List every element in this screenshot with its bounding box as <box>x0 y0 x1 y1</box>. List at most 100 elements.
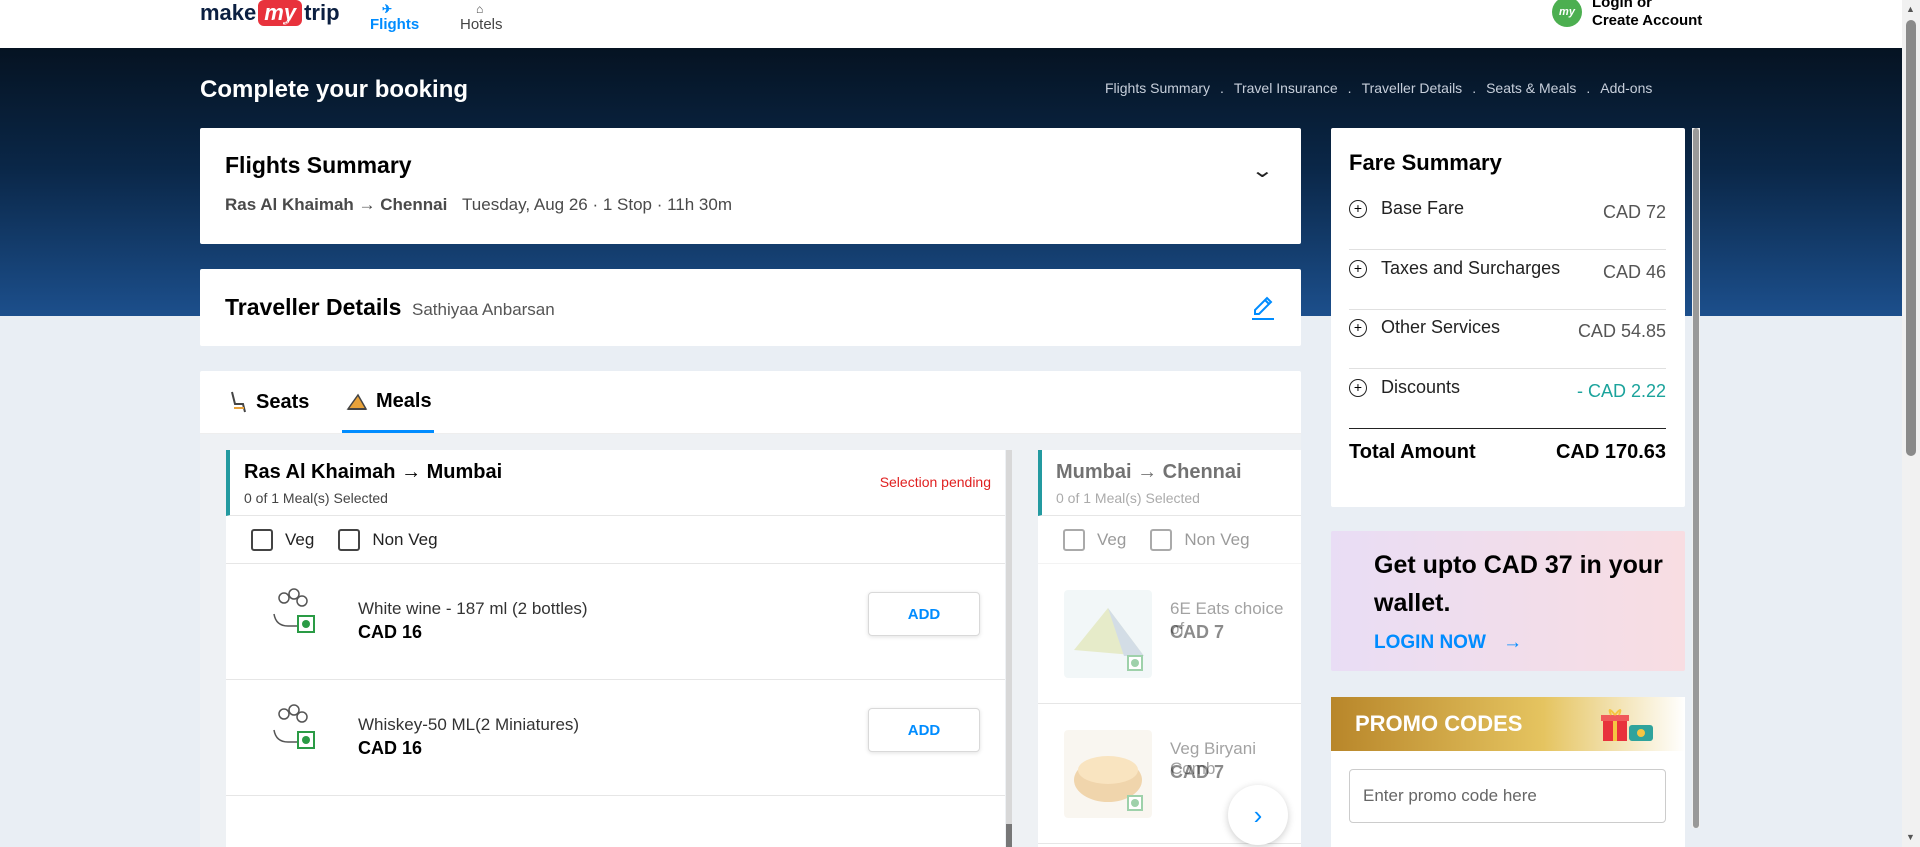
veg-checkbox[interactable] <box>1063 528 1085 551</box>
flights-summary-title: Flights Summary <box>225 152 412 178</box>
nav-tab-hotels[interactable]: ⌂ Hotels <box>460 2 503 33</box>
logo-global: Global <box>272 20 296 26</box>
promo-code-input[interactable] <box>1349 769 1666 823</box>
filter-non-veg[interactable]: Non Veg <box>338 528 438 551</box>
step-traveller-details[interactable]: Traveller Details <box>1362 80 1463 96</box>
scroll-up-icon[interactable]: ▲ <box>1906 4 1915 14</box>
nav-tab-hotels-label: Hotels <box>460 16 503 33</box>
gift-icon <box>1601 709 1653 741</box>
veg-checkbox[interactable] <box>251 528 273 551</box>
add-meal-button[interactable]: ADD <box>868 708 980 752</box>
meal-name: White wine - 187 ml (2 bottles) <box>358 599 588 618</box>
login-line1: Login or <box>1592 0 1652 11</box>
tab-meals[interactable]: Meals <box>346 390 432 413</box>
chevron-right-icon[interactable]: › <box>1228 785 1288 845</box>
nav-tab-flights[interactable]: ✈ Flights <box>370 2 420 33</box>
meal-list-scrollbar[interactable] <box>1006 450 1012 847</box>
total-amount-value: CAD 170.63 <box>1555 441 1666 463</box>
fare-row-amount: - CAD 2.22 <box>1576 381 1666 401</box>
filter-veg[interactable]: Veg <box>1063 528 1127 551</box>
logo-make: make <box>200 0 257 25</box>
leg-title: Mumbai → Chennai <box>1056 461 1242 483</box>
drink-icon <box>273 704 315 749</box>
filter-non-veg-label: Non Veg <box>1184 529 1250 549</box>
total-amount-label: Total Amount <box>1349 441 1476 463</box>
makemytrip-logo[interactable]: make my trip Global <box>200 0 340 26</box>
leg-header: Mumbai → Chennai 0 of 1 Meal(s) Selected <box>1038 450 1301 516</box>
selection-pending-status: Selection pending <box>879 474 991 490</box>
meal-price: CAD 16 <box>358 622 423 642</box>
login-line2: Create Account <box>1592 12 1703 29</box>
meal-image <box>1064 730 1152 818</box>
scroll-down-icon[interactable]: ▼ <box>1906 832 1915 842</box>
add-meal-button[interactable]: ADD <box>868 592 980 636</box>
step-flights-summary[interactable]: Flights Summary <box>1105 80 1210 96</box>
breadcrumb: Flights Summary . Travel Insurance . Tra… <box>1105 80 1653 96</box>
step-travel-insurance[interactable]: Travel Insurance <box>1234 80 1338 96</box>
step-seats-meals[interactable]: Seats & Meals <box>1486 80 1576 96</box>
sidebar-scrollbar[interactable] <box>1692 128 1700 828</box>
nav-tab-flights-label: Flights <box>370 16 420 33</box>
meal-name: Whiskey-50 ML(2 Miniatures) <box>358 715 580 734</box>
promo-codes-title: PROMO CODES <box>1355 711 1523 736</box>
chevron-down-icon[interactable]: ⌄ <box>1251 158 1274 183</box>
tab-seats-label: Seats <box>256 390 310 413</box>
leg-header: Ras Al Khaimah → Mumbai 0 of 1 Meal(s) S… <box>226 450 1005 516</box>
fare-row-label: Discounts <box>1381 377 1461 397</box>
leg-selection-count: 0 of 1 Meal(s) Selected <box>1056 490 1200 506</box>
fare-row-label: Other Services <box>1381 317 1501 337</box>
meal-leg-1: Ras Al Khaimah → Mumbai 0 of 1 Meal(s) S… <box>226 450 1005 847</box>
login-button[interactable]: my Login or Create Account <box>1552 0 1702 30</box>
fare-row-taxes[interactable]: + Taxes and Surcharges CAD 46 <box>1349 250 1666 310</box>
meal-price: CAD 7 <box>1170 622 1225 642</box>
drink-icon <box>273 588 315 633</box>
meal-price: CAD 7 <box>1170 762 1225 782</box>
step-add-ons[interactable]: Add-ons <box>1600 80 1652 96</box>
logo-trip: trip <box>304 0 340 25</box>
fare-row-discounts[interactable]: + Discounts - CAD 2.22 <box>1349 369 1666 429</box>
expand-plus-icon[interactable]: + <box>1349 260 1367 278</box>
meal-filters: Veg Non Veg <box>1038 516 1301 564</box>
non-veg-checkbox[interactable] <box>1150 528 1173 551</box>
arrow-right-icon: → <box>1503 632 1523 653</box>
expand-plus-icon[interactable]: + <box>1349 379 1367 397</box>
page-scrollbar-thumb[interactable] <box>1906 20 1916 456</box>
meal-icon <box>346 393 368 410</box>
filter-veg[interactable]: Veg <box>251 528 314 551</box>
wallet-offer-card: Get upto CAD 37 in your wallet. LOGIN NO… <box>1331 531 1685 671</box>
promo-codes-header: PROMO CODES <box>1331 697 1685 751</box>
leg-selection-count: 0 of 1 Meal(s) Selected <box>244 490 388 506</box>
top-navbar: make my trip Global ✈ Flights ⌂ Hotels m… <box>0 0 1902 48</box>
plane-icon: ✈ <box>382 2 393 16</box>
promo-codes-card: PROMO CODES <box>1331 697 1685 847</box>
meal-item: Whiskey-50 ML(2 Miniatures) CAD 16 ADD <box>226 680 1005 796</box>
seat-icon <box>231 391 246 413</box>
flights-summary-info: Tuesday, Aug 26 · 1 Stop · 11h 30m <box>462 195 733 214</box>
tab-seats[interactable]: Seats <box>228 390 309 414</box>
expand-plus-icon[interactable]: + <box>1349 319 1367 337</box>
traveller-details-title: Traveller Details <box>225 294 402 320</box>
non-veg-checkbox[interactable] <box>338 528 361 551</box>
expand-plus-icon[interactable]: + <box>1349 200 1367 218</box>
fare-summary-title: Fare Summary <box>1349 150 1502 175</box>
meal-item: White wine - 187 ml (2 bottles) CAD 16 A… <box>226 564 1005 680</box>
flights-summary-route: Ras Al Khaimah → Chennai <box>225 195 448 214</box>
page-scrollbar[interactable]: ▲ ▼ <box>1902 0 1920 847</box>
login-now-link[interactable]: LOGIN NOW → <box>1374 632 1522 654</box>
filter-non-veg-label: Non Veg <box>372 529 438 549</box>
flights-summary-card[interactable]: Flights Summary Ras Al Khaimah → Chennai… <box>200 128 1301 244</box>
fare-row-amount: CAD 72 <box>1602 202 1666 222</box>
fare-row-label: Taxes and Surcharges <box>1381 258 1561 278</box>
fare-row-amount: CAD 54.85 <box>1577 321 1666 341</box>
avatar: my <box>1552 0 1582 27</box>
filter-non-veg[interactable]: Non Veg <box>1150 528 1250 551</box>
edit-icon[interactable] <box>1250 293 1276 323</box>
filter-veg-label: Veg <box>1097 529 1127 549</box>
tab-meals-label: Meals <box>376 390 432 412</box>
fare-row-amount: CAD 46 <box>1602 262 1666 282</box>
page-title: Complete your booking <box>200 76 469 103</box>
wallet-offer-text: Get upto CAD 37 in your wallet. <box>1374 551 1663 617</box>
fare-row-base-fare[interactable]: + Base Fare CAD 72 <box>1349 190 1666 250</box>
fare-row-other-services[interactable]: + Other Services CAD 54.85 <box>1349 309 1666 369</box>
fare-row-label: Base Fare <box>1381 198 1465 218</box>
